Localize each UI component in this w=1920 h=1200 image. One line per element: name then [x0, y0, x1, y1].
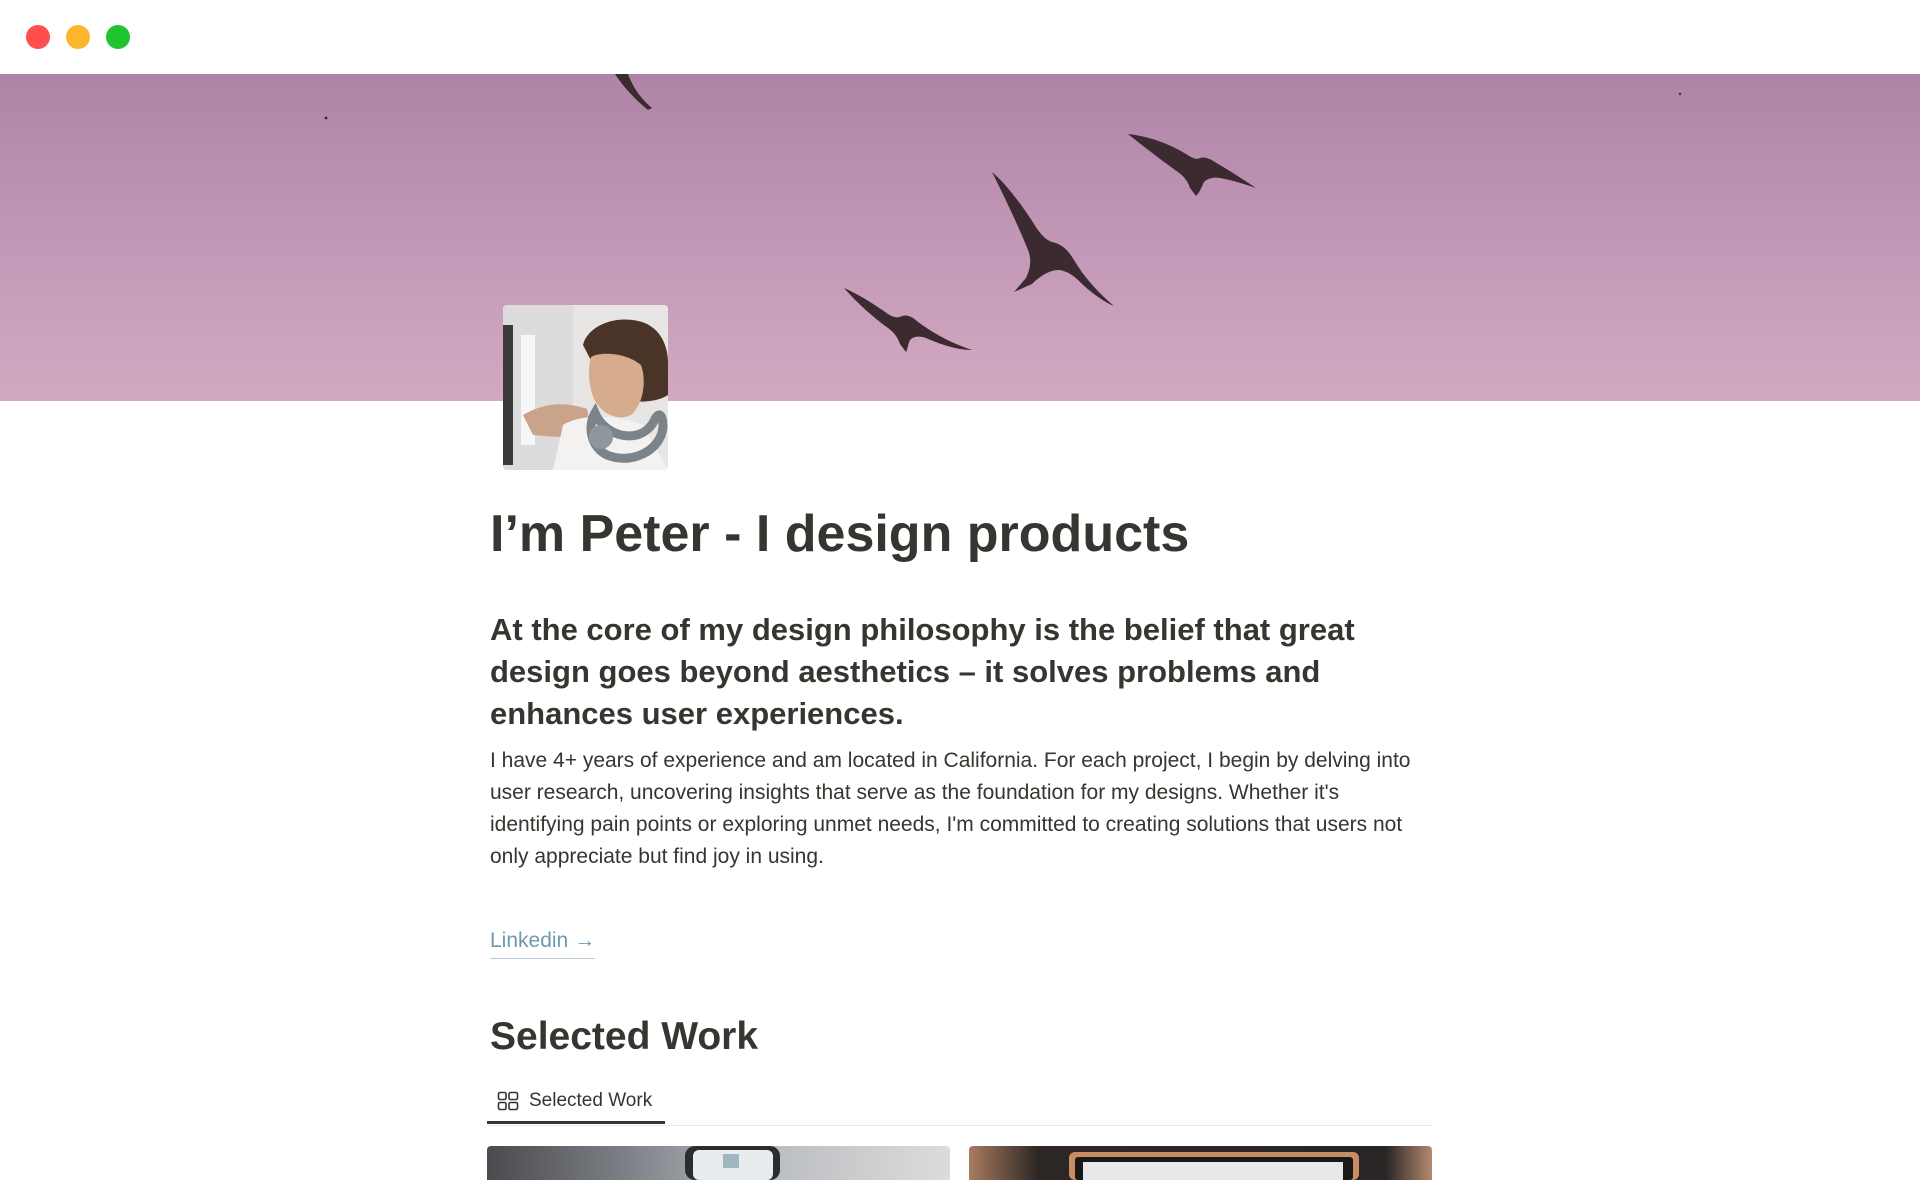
birds-illustration	[324, 74, 1682, 352]
card-cover-image	[685, 1146, 780, 1180]
gallery-card[interactable]	[969, 1146, 1432, 1180]
arrow-right-icon: →	[574, 929, 596, 952]
avatar[interactable]	[503, 305, 668, 470]
linkedin-link-label: Linkedin	[490, 929, 569, 952]
window-titlebar	[0, 0, 1920, 74]
close-window-button[interactable]	[26, 25, 50, 49]
cover-image	[0, 74, 1920, 401]
database-view-tabs: Selected Work	[487, 1080, 1433, 1126]
person-headphones-photo	[503, 305, 668, 470]
bird-icon	[1128, 134, 1256, 196]
linkedin-link[interactable]: Linkedin →	[490, 925, 596, 959]
tab-label: Selected Work	[529, 1089, 653, 1111]
tab-selected-work[interactable]: Selected Work	[487, 1080, 665, 1124]
bird-icon	[992, 172, 1114, 306]
card-cover-image	[1069, 1152, 1359, 1180]
minimize-window-button[interactable]	[66, 25, 90, 49]
zoom-window-button[interactable]	[106, 25, 130, 49]
gallery-card[interactable]	[487, 1146, 950, 1180]
gallery-grid-icon	[497, 1091, 519, 1110]
page-subheading: At the core of my design philosophy is t…	[490, 612, 1355, 731]
page-title: I’m Peter - I design products	[490, 505, 1190, 563]
bird-icon	[844, 288, 972, 352]
selected-work-heading: Selected Work	[490, 1015, 759, 1058]
bio-paragraph: I have 4+ years of experience and am loc…	[490, 749, 1411, 868]
bird-icon	[615, 74, 652, 110]
